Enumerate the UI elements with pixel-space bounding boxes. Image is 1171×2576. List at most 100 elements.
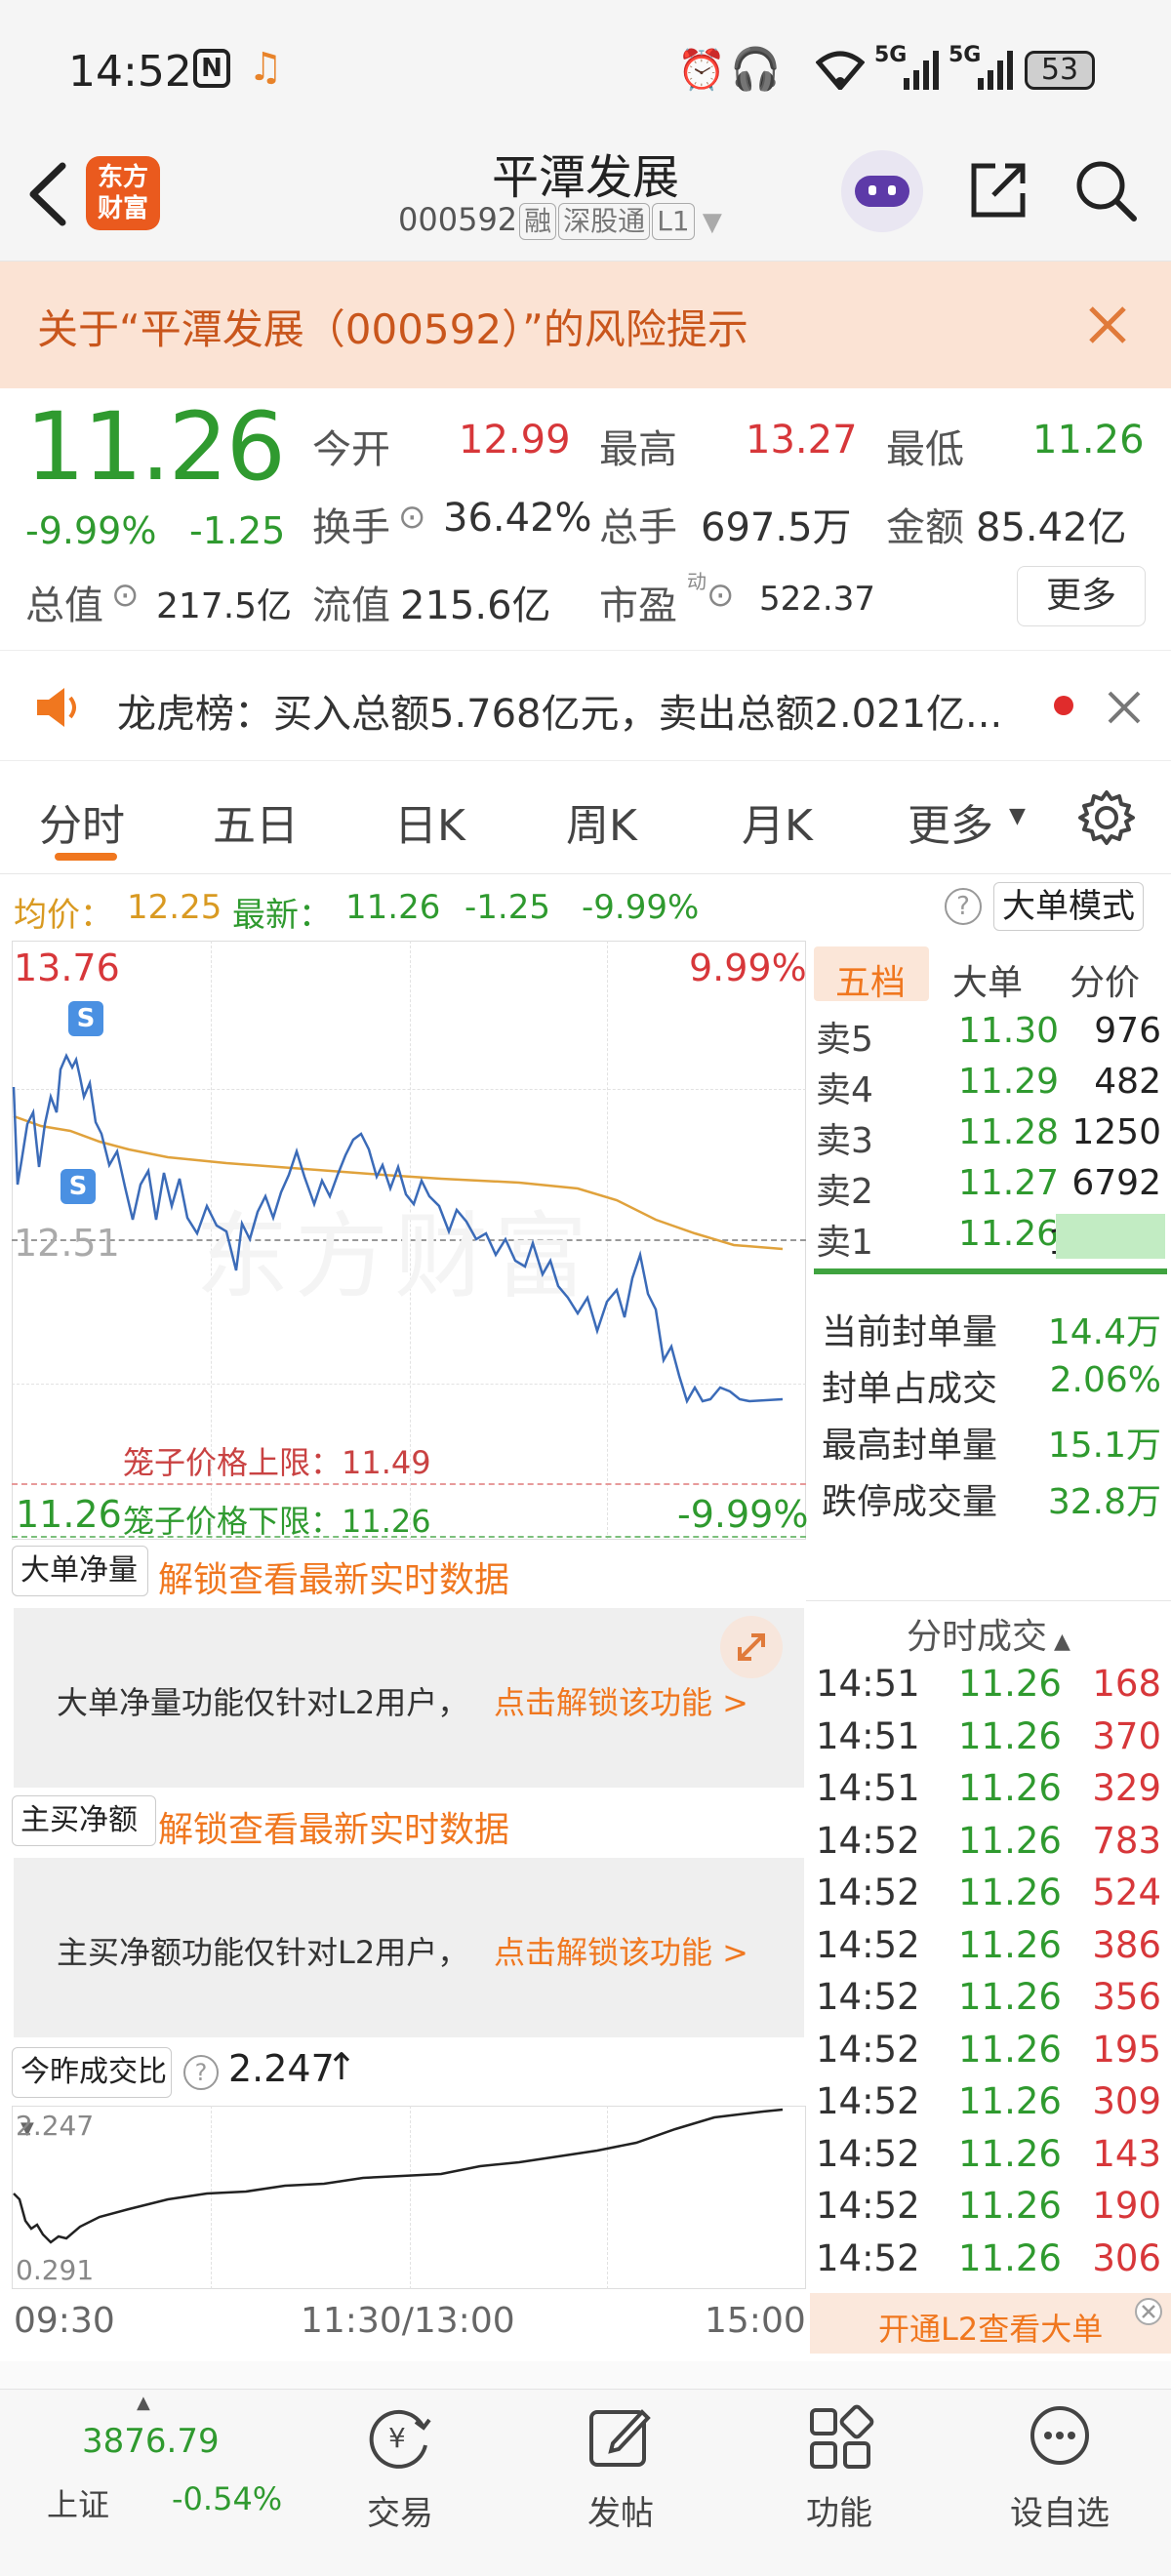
info-icon[interactable]: ⊙ — [398, 498, 426, 537]
seal-stat-row: 最高封单量 15.1万 — [822, 1417, 1171, 1468]
sell-marker-icon[interactable]: S — [68, 1001, 103, 1036]
badge-level: L1 — [652, 203, 695, 240]
volume-label: 总手 — [599, 505, 677, 550]
float-label: 流值 — [312, 584, 390, 628]
high-label: 最高 — [599, 427, 677, 472]
tick-row: 14:52 11.26 524 — [816, 1872, 1167, 1924]
unlock-feature-link[interactable]: 点击解锁该功能 > — [494, 1678, 748, 1723]
gear-icon[interactable] — [1077, 788, 1136, 847]
sell-marker-icon[interactable]: S — [61, 1169, 96, 1204]
tick-time: 14:51 — [816, 1663, 920, 1705]
nav-trade[interactable]: 交易 — [322, 2486, 478, 2534]
tab-price-dist[interactable]: 分价 — [1070, 954, 1140, 1005]
tick-volume: 190 — [1092, 2185, 1161, 2227]
level-label: 卖5 — [816, 1020, 873, 1060]
ratio-bottom-label: 0.291 — [16, 2254, 95, 2286]
big-order-mode-button[interactable]: 大单模式 — [993, 882, 1144, 931]
order-book-row[interactable]: 卖5 11.30 976 — [816, 1011, 1167, 1062]
indicator-select-1[interactable]: 大单净量 ▼ — [12, 1546, 148, 1637]
indicator-select-2[interactable]: 主买净额 ▼ — [12, 1795, 156, 1887]
unlock-link-1[interactable]: 解锁查看最新实时数据 — [158, 1551, 509, 1602]
tick-row: 14:52 11.26 195 — [816, 2029, 1167, 2081]
info-bar: 均价： 12.25 最新： 11.26 -1.25 -9.99% ? 大单模式 — [0, 876, 1171, 937]
close-icon[interactable] — [1107, 690, 1142, 725]
tick-time: 14:52 — [816, 2185, 920, 2227]
select-label: 主买净额 — [20, 1803, 138, 1837]
level-volume: 6792 — [1071, 1163, 1161, 1203]
indicator-select-3[interactable]: 今昨成交比 ▼ — [12, 2047, 172, 2139]
close-icon[interactable] — [1087, 304, 1128, 345]
post-icon[interactable] — [586, 2402, 656, 2473]
help-icon[interactable]: ? — [183, 2055, 219, 2090]
chat-icon[interactable] — [1025, 2402, 1095, 2473]
info-icon[interactable]: ⊙ — [111, 576, 140, 615]
search-icon[interactable] — [1073, 158, 1138, 222]
tab-monthly-k[interactable]: 月K — [742, 790, 813, 853]
tab-weekly-k[interactable]: 周K — [566, 790, 637, 853]
tick-volume: 370 — [1092, 1714, 1161, 1757]
tab-more[interactable]: 更多 — [908, 790, 993, 853]
ticks-title[interactable]: 分时成交 ▲ — [806, 1608, 1171, 1659]
tick-row: 14:52 11.26 386 — [816, 1924, 1167, 1977]
tick-time: 14:52 — [816, 1923, 920, 1966]
order-book-row[interactable]: 卖2 11.27 6792 — [816, 1163, 1167, 1214]
x-axis-mid: 11:30/13:00 — [301, 2301, 515, 2341]
level-price: 11.30 — [958, 1011, 1060, 1051]
tab-big-order[interactable]: 大单 — [952, 954, 1023, 1005]
select-label: 今昨成交比 — [20, 2055, 167, 2089]
tick-volume: 195 — [1092, 2028, 1161, 2071]
risk-text: 关于“平潭发展（000592）”的风险提示 — [37, 305, 748, 353]
wifi-icon — [816, 51, 865, 90]
expand-icon[interactable] — [720, 1616, 783, 1678]
tick-time: 14:52 — [816, 2080, 920, 2122]
assistant-avatar[interactable] — [841, 150, 923, 232]
level-price: 11.26 — [958, 1214, 1060, 1254]
order-book-row[interactable]: 卖3 11.28 1250 — [816, 1112, 1167, 1163]
close-icon[interactable] — [1134, 2297, 1163, 2326]
l2-upgrade-banner[interactable]: 开通L2查看大单 — [810, 2293, 1171, 2354]
info-icon[interactable]: ⊙ — [707, 576, 735, 615]
tick-time: 14:52 — [816, 1872, 920, 1913]
low-value: 11.26 — [1032, 418, 1145, 463]
ticks-title-text: 分时成交 — [907, 1617, 1048, 1657]
tick-row: 14:52 11.26 143 — [816, 2133, 1167, 2186]
float-value: 215.6亿 — [400, 584, 551, 628]
risk-banner[interactable]: 关于“平潭发展（000592）”的风险提示 — [0, 262, 1171, 388]
ratio-value: 2.247 — [228, 2047, 335, 2090]
select-label: 大单净量 — [20, 1553, 138, 1588]
seal-stat-row: 当前封单量 14.4万 — [822, 1304, 1171, 1354]
more-button[interactable]: 更多 — [1017, 566, 1146, 626]
tab-intraday[interactable]: 分时 — [39, 790, 125, 853]
chevron-up-icon: ▲ — [1047, 1630, 1070, 1654]
stat-value: 32.8万 — [1047, 1482, 1161, 1522]
pe-label: 市盈 — [599, 584, 677, 628]
share-icon[interactable] — [966, 158, 1030, 222]
apps-icon[interactable] — [806, 2402, 876, 2473]
unlock-feature-link[interactable]: 点击解锁该功能 > — [494, 1928, 748, 1973]
tab-daily-k[interactable]: 日K — [394, 790, 465, 853]
index-pct: -0.54% — [172, 2480, 283, 2517]
badge-connect: 深股通 — [558, 203, 651, 240]
tab-five-levels[interactable]: 五档 — [835, 954, 906, 1005]
index-name[interactable]: 上证 — [47, 2480, 109, 2525]
stat-label: 跌停成交量 — [822, 1482, 998, 1522]
nav-post[interactable]: 发帖 — [543, 2486, 699, 2534]
chart-bottom-price: 11.26 — [16, 1493, 122, 1536]
status-bar: 14:52 N ♫ ⏰ 🎧 5G 5G 53 — [0, 0, 1171, 137]
tick-volume: 143 — [1092, 2132, 1161, 2175]
trade-icon[interactable]: ¥ — [365, 2402, 435, 2473]
index-value: 3876.79 — [82, 2422, 220, 2461]
alarm-icon: ⏰ — [677, 48, 726, 93]
unlock-link-2[interactable]: 解锁查看最新实时数据 — [158, 1801, 509, 1852]
stat-label: 最高封单量 — [822, 1426, 998, 1466]
nav-functions[interactable]: 功能 — [761, 2486, 917, 2534]
dragon-tiger-bar[interactable]: 龙虎榜：买入总额5.768亿元，卖出总额2.021亿... — [0, 650, 1171, 761]
help-icon[interactable]: ? — [945, 888, 982, 925]
order-book-row[interactable]: 卖4 11.29 482 — [816, 1062, 1167, 1112]
stock-code-line: 000592 融深股通 L1 ▼ — [398, 201, 722, 240]
tick-row: 14:51 11.26 168 — [816, 1663, 1167, 1715]
dropdown-icon[interactable]: ▼ — [695, 208, 722, 237]
l2-locked-panel-2: 主买净额功能仅针对L2用户， 点击解锁该功能 > — [14, 1858, 804, 2037]
nav-watchlist[interactable]: 设自选 — [982, 2486, 1138, 2534]
tab-five-day[interactable]: 五日 — [213, 790, 299, 853]
